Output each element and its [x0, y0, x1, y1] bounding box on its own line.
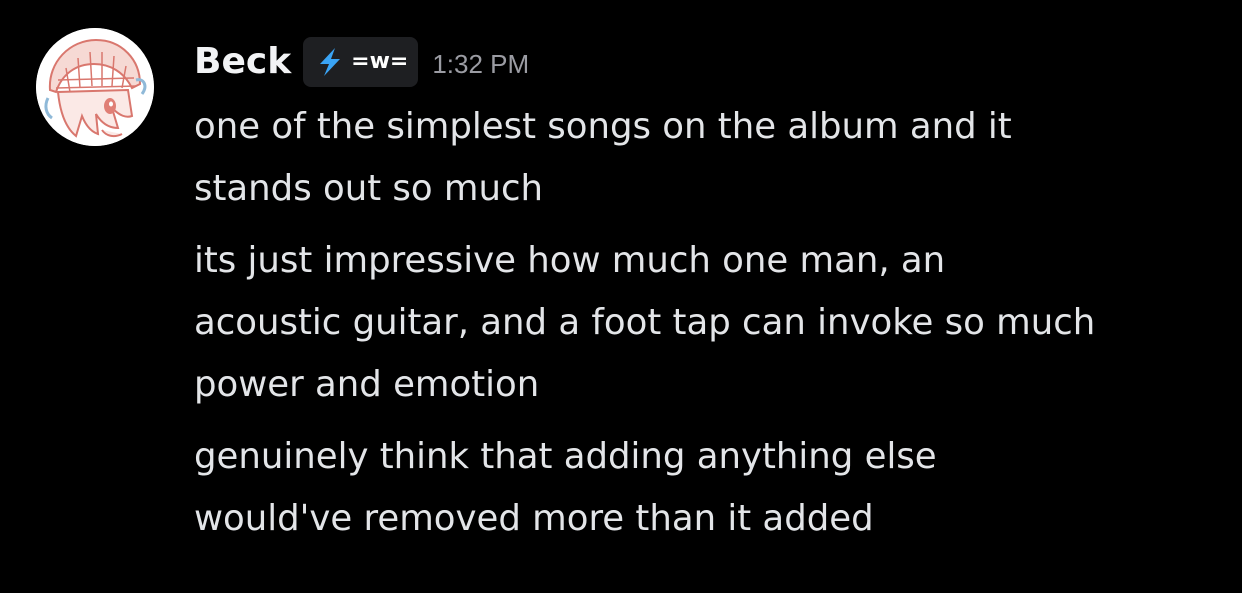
message-line: one of the simplest songs on the album a…: [194, 106, 1012, 147]
message-line: power and emotion: [194, 364, 540, 405]
message-paragraph: genuinely think that adding anything els…: [194, 426, 1234, 550]
message-line: its just impressive how much one man, an: [194, 240, 946, 281]
timestamp[interactable]: 1:32 PM: [432, 36, 529, 92]
message-paragraph: its just impressive how much one man, an…: [194, 230, 1234, 416]
message-line: genuinely think that adding anything els…: [194, 436, 937, 477]
chat-message: Beck =w= 1:32 PM one of the simplest son…: [0, 0, 1242, 593]
message-paragraph: one of the simplest songs on the album a…: [194, 96, 1234, 220]
message-line: stands out so much: [194, 168, 544, 209]
avatar[interactable]: [36, 28, 154, 146]
user-tag[interactable]: =w=: [303, 37, 419, 87]
avatar-illustration: [36, 28, 154, 146]
message-content: one of the simplest songs on the album a…: [194, 96, 1234, 550]
username[interactable]: Beck: [194, 34, 291, 90]
message-line: would've removed more than it added: [194, 498, 874, 539]
user-tag-text: =w=: [351, 49, 409, 74]
message-line: acoustic guitar, and a foot tap can invo…: [194, 302, 1096, 343]
message-header: Beck =w= 1:32 PM: [194, 34, 529, 90]
lightning-bolt-icon: [320, 48, 341, 76]
